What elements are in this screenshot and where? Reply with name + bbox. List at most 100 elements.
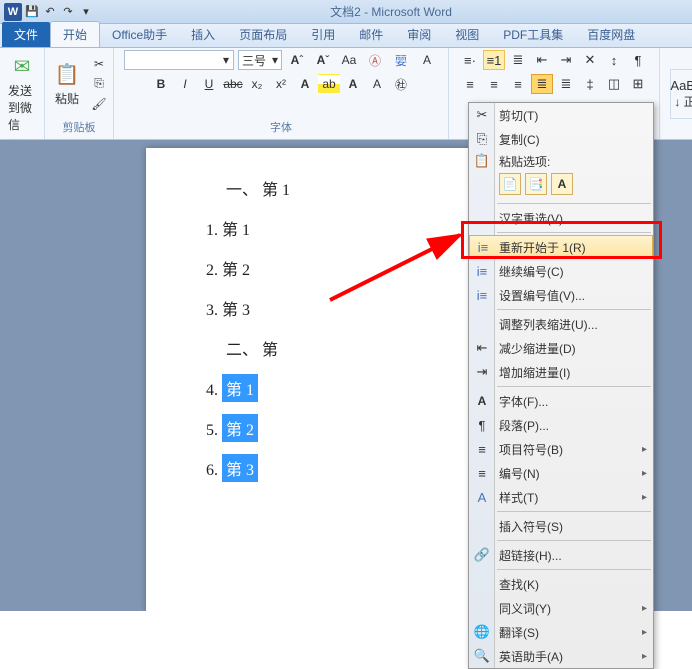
format-painter-icon[interactable]: 🖌 xyxy=(89,95,109,113)
borders-icon[interactable]: ⊞ xyxy=(627,74,649,94)
undo-icon[interactable]: ↶ xyxy=(42,4,58,20)
phonetic-guide-icon[interactable]: 婯 xyxy=(390,50,412,70)
doc-selected: 第 3 xyxy=(222,454,258,482)
align-left-icon[interactable]: ≡ xyxy=(459,74,481,94)
save-icon[interactable]: 💾 xyxy=(24,4,40,20)
highlight-icon[interactable]: ab xyxy=(318,74,340,94)
title-bar: W 💾 ↶ ↷ ▾ 文档2 - Microsoft Word xyxy=(0,0,692,24)
qat-dropdown-icon[interactable]: ▾ xyxy=(78,4,94,20)
menu-restart-at-1[interactable]: i≡重新开始于 1(R) xyxy=(469,235,653,259)
menu-continue-numbering[interactable]: i≡继续编号(C) xyxy=(469,259,653,283)
subscript-button[interactable]: x₂ xyxy=(246,74,268,94)
italic-button[interactable]: I xyxy=(174,74,196,94)
asian-layout-icon[interactable]: ✕ xyxy=(579,50,601,70)
menu-set-number-value[interactable]: i≡设置编号值(V)... xyxy=(469,283,653,307)
tab-references[interactable]: 引用 xyxy=(299,22,347,47)
redo-icon[interactable]: ↷ xyxy=(60,4,76,20)
char-border-icon[interactable]: A xyxy=(416,50,438,70)
superscript-button[interactable]: x² xyxy=(270,74,292,94)
doc-selected: 第 2 xyxy=(222,414,258,442)
separator xyxy=(497,386,651,387)
paste-button[interactable]: 📋 粘贴 xyxy=(49,58,85,109)
menu-paragraph[interactable]: ¶段落(P)... xyxy=(469,413,653,437)
tab-mailings[interactable]: 邮件 xyxy=(347,22,395,47)
sort-icon[interactable]: ↕ xyxy=(603,50,625,70)
bold-button[interactable]: B xyxy=(150,74,172,94)
menu-copy[interactable]: ⎘复制(C) xyxy=(469,127,653,151)
char-shading-icon[interactable]: A xyxy=(366,74,388,94)
submenu-arrow-icon: ▸ xyxy=(642,468,647,479)
grow-font-icon[interactable]: Aˆ xyxy=(286,50,308,70)
clear-format-icon[interactable]: Ⓐ xyxy=(364,50,386,70)
group-wechat: ✉ 发送到微信 文件传输 xyxy=(0,48,45,139)
numbering-icon[interactable]: ≡1 xyxy=(483,50,505,70)
text-effects-icon[interactable]: A xyxy=(294,74,316,94)
hyperlink-icon: 🔗 xyxy=(473,546,491,564)
menu-hanzi-reselect[interactable]: 汉字重选(V) xyxy=(469,206,653,230)
copy-icon[interactable]: ⎘ xyxy=(89,75,109,93)
show-marks-icon[interactable]: ¶ xyxy=(627,50,649,70)
align-center-icon[interactable]: ≡ xyxy=(483,74,505,94)
menu-numbering[interactable]: ≡编号(N)▸ xyxy=(469,461,653,485)
tab-file[interactable]: 文件 xyxy=(2,22,50,47)
menu-synonyms[interactable]: 同义词(Y)▸ xyxy=(469,596,653,620)
tab-insert[interactable]: 插入 xyxy=(179,22,227,47)
menu-hyperlink[interactable]: 🔗超链接(H)... xyxy=(469,543,653,567)
bullets-icon[interactable]: ≡· xyxy=(459,50,481,70)
paste-text-only-icon[interactable]: A xyxy=(551,173,573,195)
menu-find[interactable]: 查找(K) xyxy=(469,572,653,596)
tab-home[interactable]: 开始 xyxy=(50,21,100,47)
menu-bullets[interactable]: ≡项目符号(B)▸ xyxy=(469,437,653,461)
paste-keep-format-icon[interactable]: 📄 xyxy=(499,173,521,195)
bullets-icon: ≡ xyxy=(473,440,491,458)
paste-icon: 📋 xyxy=(53,60,81,88)
menu-decrease-indent[interactable]: ⇤减少缩进量(D) xyxy=(469,336,653,360)
decrease-indent-icon[interactable]: ⇤ xyxy=(531,50,553,70)
word-logo-icon: W xyxy=(4,3,22,21)
enclose-char-icon[interactable]: ㊓ xyxy=(390,74,412,94)
paragraph-icon: ¶ xyxy=(473,416,491,434)
tab-page-layout[interactable]: 页面布局 xyxy=(227,22,299,47)
menu-insert-symbol[interactable]: 插入符号(S) xyxy=(469,514,653,538)
tab-view[interactable]: 视图 xyxy=(443,22,491,47)
group-font-label: 字体 xyxy=(118,117,444,137)
font-icon: A xyxy=(473,392,491,410)
separator xyxy=(497,232,651,233)
tab-office-helper[interactable]: Office助手 xyxy=(100,22,179,47)
menu-font[interactable]: A字体(F)... xyxy=(469,389,653,413)
tab-review[interactable]: 审阅 xyxy=(395,22,443,47)
menu-increase-indent[interactable]: ⇥增加缩进量(I) xyxy=(469,360,653,384)
restart-numbering-icon: i≡ xyxy=(474,238,492,256)
paste-label: 粘贴 xyxy=(55,90,79,107)
strike-button[interactable]: abc xyxy=(222,74,244,94)
font-color-icon[interactable]: A xyxy=(342,74,364,94)
align-right-icon[interactable]: ≡ xyxy=(507,74,529,94)
style-normal[interactable]: AaBbC ↓ 正文 xyxy=(670,69,692,119)
wechat-icon: ✉ xyxy=(8,52,36,80)
shading-icon[interactable]: ◫ xyxy=(603,74,625,94)
menu-adjust-indent[interactable]: 调整列表缩进(U)... xyxy=(469,312,653,336)
distribute-icon[interactable]: ≣ xyxy=(555,74,577,94)
tab-pdf-tools[interactable]: PDF工具集 xyxy=(491,22,575,47)
send-to-wechat-button[interactable]: ✉ 发送到微信 xyxy=(4,50,40,135)
line-spacing-icon[interactable]: ‡ xyxy=(579,74,601,94)
wechat-label: 发送到微信 xyxy=(8,82,36,133)
change-case-icon[interactable]: Aa xyxy=(338,50,360,70)
cut-icon[interactable]: ✂ xyxy=(89,55,109,73)
multilevel-icon[interactable]: ≣ xyxy=(507,50,529,70)
shrink-font-icon[interactable]: Aˇ xyxy=(312,50,334,70)
increase-indent-icon[interactable]: ⇥ xyxy=(555,50,577,70)
font-family-select[interactable]: ▾ xyxy=(124,50,234,70)
underline-button[interactable]: U xyxy=(198,74,220,94)
submenu-arrow-icon: ▸ xyxy=(642,627,647,638)
paste-merge-icon[interactable]: 📑 xyxy=(525,173,547,195)
menu-styles[interactable]: A样式(T)▸ xyxy=(469,485,653,509)
font-size-select[interactable]: 三号▾ xyxy=(238,50,282,70)
menu-english-assistant[interactable]: 🔍英语助手(A)▸ xyxy=(469,644,653,668)
menu-translate[interactable]: 🌐翻译(S)▸ xyxy=(469,620,653,644)
menu-cut[interactable]: ✂剪切(T) xyxy=(469,103,653,127)
justify-icon[interactable]: ≣ xyxy=(531,74,553,94)
context-menu: ✂剪切(T) ⎘复制(C) 📋粘贴选项: 📄 📑 A 汉字重选(V) i≡重新开… xyxy=(468,102,654,669)
tab-baidu[interactable]: 百度网盘 xyxy=(575,22,647,47)
quick-access-toolbar: W 💾 ↶ ↷ ▾ xyxy=(4,3,94,21)
